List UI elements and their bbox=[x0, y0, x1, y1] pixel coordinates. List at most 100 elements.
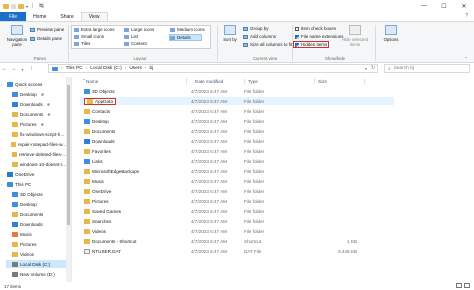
file-row[interactable]: MicrosoftEdgeBackups 4/7/2023 6:47 AM File… bbox=[80, 167, 394, 175]
tab-share[interactable]: Share bbox=[53, 12, 80, 21]
file-row[interactable]: Music 4/7/2023 6:47 AM File folder bbox=[80, 177, 394, 185]
nav-item[interactable]: windows-10-doesnt-r... bbox=[6, 160, 66, 168]
nav-scrollbar-thumb[interactable] bbox=[67, 85, 70, 225]
properties-icon[interactable] bbox=[11, 3, 16, 9]
minimize-button[interactable]: — bbox=[414, 0, 434, 12]
file-row[interactable]: Documents - Shortcut 4/7/2023 6:47 AM Shor… bbox=[80, 237, 394, 245]
file-row[interactable]: 3D Objects 4/7/2023 6:47 AM File folder bbox=[80, 87, 394, 95]
column-divider[interactable] bbox=[314, 78, 315, 84]
nav-item[interactable]: › This PC bbox=[1, 180, 66, 188]
navigation-pane-button[interactable]: Navigation pane bbox=[3, 25, 31, 47]
preview-pane-button[interactable]: Preview pane bbox=[30, 27, 64, 32]
column-header-date[interactable]: Date modified bbox=[195, 77, 223, 85]
nav-item[interactable]: Local Disk (C:) bbox=[6, 260, 66, 268]
group-by-button[interactable]: Group by bbox=[243, 26, 269, 31]
hidden-items-toggle[interactable]: Hidden items bbox=[293, 41, 330, 48]
file-row[interactable]: OneDrive 4/7/2023 6:47 AM File folder bbox=[80, 187, 394, 195]
nav-scrollbar[interactable] bbox=[66, 77, 71, 282]
file-row[interactable]: Favorites 4/7/2023 6:47 AM File folder bbox=[80, 147, 394, 155]
nav-item[interactable]: Documents ✱ bbox=[6, 110, 66, 118]
nav-item[interactable]: › OneDrive bbox=[1, 170, 66, 178]
nav-item[interactable]: Music bbox=[6, 230, 66, 238]
nav-item[interactable]: 3D Objects bbox=[6, 190, 66, 198]
hide-selected-items-button[interactable]: Hide selected items bbox=[340, 25, 370, 47]
nav-item[interactable]: Downloads ✱ bbox=[6, 100, 66, 108]
expand-chevron-icon[interactable]: › bbox=[1, 172, 5, 177]
layout-medium-icons[interactable]: Medium icons bbox=[170, 27, 205, 32]
column-divider[interactable] bbox=[364, 78, 365, 84]
maximize-button[interactable]: ☐ bbox=[434, 0, 454, 12]
breadcrumb-users[interactable]: Users bbox=[129, 66, 142, 71]
expand-chevron-icon[interactable]: › bbox=[1, 182, 5, 187]
new-folder-icon[interactable] bbox=[18, 3, 24, 9]
nav-item-label: Downloads bbox=[20, 101, 43, 107]
file-row[interactable]: Videos 4/7/2023 6:47 AM File folder bbox=[80, 227, 394, 235]
forward-arrow-icon[interactable]: → bbox=[9, 66, 18, 72]
file-row[interactable]: NTUSER.DAT 4/7/2023 6:47 AM DAT File 8,448 … bbox=[80, 247, 394, 255]
layout-extra-large-icons[interactable]: Extra large icons bbox=[74, 27, 115, 32]
tab-file[interactable]: File bbox=[0, 12, 27, 21]
nav-item[interactable]: New Volume (D:) bbox=[6, 270, 66, 278]
breadcrumb-this-pc[interactable]: This PC bbox=[66, 66, 83, 71]
details-view-icon[interactable] bbox=[456, 283, 462, 288]
large-icons-view-icon[interactable] bbox=[464, 283, 470, 288]
up-arrow-icon[interactable]: ↑ bbox=[27, 66, 36, 72]
file-row[interactable]: Documents 4/7/2023 6:47 AM File folder bbox=[80, 127, 394, 135]
file-row[interactable]: Pictures 4/7/2023 6:47 AM File folder bbox=[80, 197, 394, 205]
file-row[interactable]: AppData 4/7/2023 6:47 AM File folder bbox=[80, 97, 394, 105]
sort-by-button[interactable]: Sort by bbox=[220, 25, 240, 42]
layout-list[interactable]: List bbox=[124, 34, 138, 39]
breadcrumb-bj[interactable]: bj bbox=[149, 66, 153, 71]
layout-details[interactable]: Details bbox=[169, 34, 202, 41]
layout-large-icons[interactable]: Large icons bbox=[124, 27, 154, 32]
dropdown-icon[interactable]: ▾ bbox=[26, 4, 28, 9]
hidden-items-checkbox[interactable] bbox=[295, 42, 299, 47]
search-box[interactable]: ⌕ Search bj bbox=[384, 64, 470, 73]
file-name-extensions-checkbox[interactable] bbox=[295, 34, 299, 39]
column-header-size[interactable]: Size bbox=[318, 77, 327, 85]
file-row[interactable]: Downloads 4/7/2023 6:47 AM File folder bbox=[80, 137, 394, 145]
recent-locations-icon[interactable]: ▾ bbox=[18, 67, 27, 72]
file-name-extensions-toggle[interactable]: File name extensions bbox=[295, 34, 344, 39]
nav-item[interactable]: Downloads bbox=[6, 220, 66, 228]
nav-item[interactable]: fix-windows-script-h... bbox=[6, 130, 66, 138]
file-row[interactable]: Searches 4/7/2023 6:47 AM File folder bbox=[80, 217, 394, 225]
item-check-boxes-checkbox[interactable] bbox=[295, 26, 299, 31]
nav-item[interactable]: Pictures ✱ bbox=[6, 120, 66, 128]
nav-item[interactable]: repair-notepad-files-w... bbox=[6, 140, 66, 148]
file-row[interactable]: Contacts 4/7/2023 6:47 AM File folder bbox=[80, 107, 394, 115]
help-icon[interactable]: ? bbox=[465, 13, 468, 19]
file-row[interactable]: Saved Games 4/7/2023 6:47 AM File folder bbox=[80, 207, 394, 215]
expand-chevron-icon[interactable]: › bbox=[1, 82, 5, 87]
nav-item[interactable]: Videos bbox=[6, 250, 66, 258]
nav-item[interactable]: Pictures bbox=[6, 240, 66, 248]
layout-small-icons[interactable]: Small icons bbox=[74, 34, 104, 39]
back-arrow-icon[interactable]: ← bbox=[0, 66, 9, 72]
layout-content[interactable]: Content bbox=[124, 41, 147, 46]
column-header-type[interactable]: Type bbox=[248, 77, 258, 85]
nav-item[interactable]: › Quick access bbox=[1, 80, 66, 88]
file-row[interactable]: Desktop 4/7/2023 6:47 AM File folder bbox=[80, 117, 394, 125]
refresh-icon[interactable]: ↻ bbox=[371, 66, 375, 71]
tab-view[interactable]: View bbox=[80, 12, 108, 21]
collapse-ribbon-icon[interactable]: ⌃ bbox=[465, 56, 468, 61]
column-header-name[interactable]: Name bbox=[86, 77, 98, 85]
nav-item[interactable]: Desktop bbox=[6, 200, 66, 208]
options-button[interactable]: Options bbox=[380, 25, 402, 42]
details-pane-button[interactable]: Details pane bbox=[30, 36, 62, 41]
nav-item[interactable]: Documents bbox=[6, 210, 66, 218]
column-divider[interactable] bbox=[186, 78, 187, 84]
nav-item[interactable]: Desktop ✱ bbox=[6, 90, 66, 98]
address-bar[interactable]: › This PC › Local Disk (C:) › Users › bj… bbox=[48, 64, 378, 73]
item-check-boxes-toggle[interactable]: Item check boxes bbox=[295, 26, 336, 31]
close-button[interactable]: ✕ bbox=[454, 0, 474, 12]
column-divider[interactable] bbox=[244, 78, 245, 84]
address-dropdown-icon[interactable]: ▾ bbox=[365, 66, 367, 71]
breadcrumb-local-disk[interactable]: Local Disk (C:) bbox=[90, 66, 121, 71]
size-all-columns-button[interactable]: Size all columns to fit bbox=[243, 42, 292, 47]
add-columns-button[interactable]: Add columns bbox=[243, 34, 276, 39]
tab-home[interactable]: Home bbox=[26, 12, 53, 21]
nav-item[interactable]: retrieve-deleted-files-... bbox=[6, 150, 66, 158]
file-row[interactable]: Links 4/7/2023 6:47 AM File folder bbox=[80, 157, 394, 165]
layout-tiles[interactable]: Tiles bbox=[74, 41, 90, 46]
